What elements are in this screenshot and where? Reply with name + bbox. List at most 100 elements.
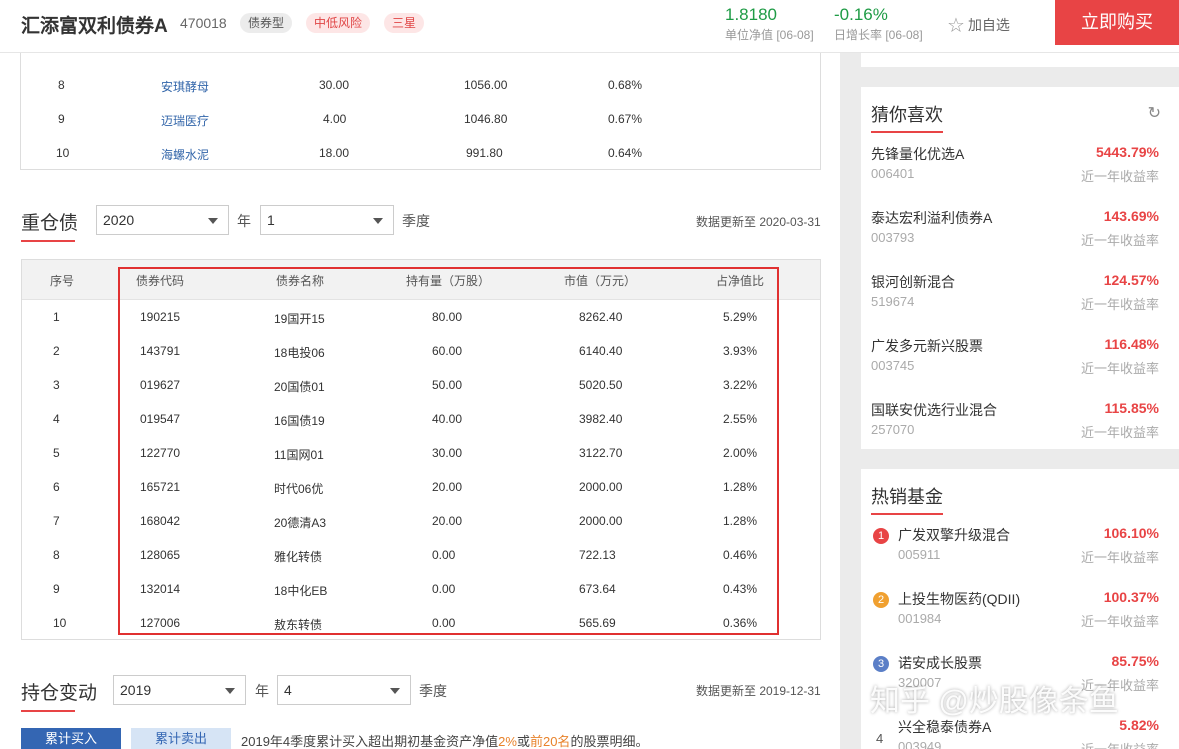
header-value: 市值（万元）	[564, 274, 637, 288]
row-number: 8	[53, 548, 60, 562]
pct-cell: 1.28%	[723, 480, 758, 494]
fund-list-item[interactable]: 广发多元新兴股票 003745 116.48% 近一年收益率	[861, 336, 1179, 400]
growth-label: 日增长率 [06-08]	[834, 28, 923, 42]
fund-list-item[interactable]: 国联安优选行业混合 257070 115.85% 近一年收益率	[861, 400, 1179, 464]
pct-cell: 0.46%	[723, 548, 758, 562]
value-cell: 2000.00	[579, 514, 623, 528]
fund-code: 470018	[180, 15, 227, 31]
return-rate: 116.48%	[1104, 336, 1160, 352]
pct-cell: 0.36%	[723, 616, 758, 630]
pct-cell: 5.29%	[723, 310, 758, 324]
fund-name-link[interactable]: 广发双擎升级混合	[898, 525, 1010, 545]
star-icon: ☆	[947, 15, 965, 37]
fund-name-link[interactable]: 上投生物医药(QDII)	[898, 589, 1020, 609]
fund-code: 003949	[898, 739, 942, 749]
table-row: 3 019627 20国债01 50.00 5020.50 3.22%	[22, 368, 820, 402]
bond-year-select[interactable]: 2020	[96, 205, 229, 235]
bond-code-cell: 143791	[140, 344, 181, 358]
fund-list-item[interactable]: 先锋量化优选A 006401 5443.79% 近一年收益率	[861, 144, 1179, 208]
shares-cell: 40.00	[432, 412, 463, 426]
bond-name-cell: 时代06优	[274, 482, 324, 496]
return-label: 近一年收益率	[1080, 614, 1159, 629]
bond-code-cell: 165721	[140, 480, 181, 494]
row-number: 9	[58, 112, 65, 126]
pct-cell: 0.64%	[608, 146, 643, 160]
fund-list-item[interactable]: 2 上投生物医药(QDII) 001984 100.37% 近一年收益率	[861, 589, 1179, 653]
header-no: 序号	[50, 274, 75, 288]
buy-now-button[interactable]: 立即购买	[1055, 0, 1179, 45]
table-row: 1 190215 19国开15 80.00 8262.40 5.29%	[22, 300, 820, 334]
stock-name-link[interactable]: 安琪酵母	[161, 78, 209, 95]
fund-type-tag: 债券型	[240, 13, 293, 33]
growth-value: -0.16%	[834, 5, 888, 24]
row-number: 9	[53, 582, 60, 596]
pct-cell: 3.93%	[723, 344, 758, 358]
fund-name-link[interactable]: 诺安成长股票	[898, 653, 982, 673]
fund-code: 003745	[871, 358, 915, 373]
fund-name-link[interactable]: 广发多元新兴股票	[871, 336, 983, 356]
table-row: 7 168042 20德清A3 20.00 2000.00 1.28%	[22, 504, 820, 538]
bond-quarter-select[interactable]: 1	[260, 205, 394, 235]
bond-code-cell: 132014	[140, 582, 181, 596]
return-rate: 100.37%	[1103, 589, 1159, 605]
pct-cell: 0.43%	[723, 582, 758, 596]
cumulative-buy-tab[interactable]: 累计买入	[21, 728, 121, 749]
return-rate: 143.69%	[1103, 208, 1159, 224]
bond-name-cell: 19国开15	[274, 312, 325, 326]
fund-name-link[interactable]: 银河创新混合	[871, 272, 955, 292]
shares-cell: 18.00	[319, 146, 350, 160]
return-rate: 85.75%	[1111, 653, 1159, 669]
fund-list-item[interactable]: 银河创新混合 519674 124.57% 近一年收益率	[861, 272, 1179, 336]
bond-code-cell: 127006	[140, 616, 181, 630]
pct-cell: 0.67%	[608, 112, 643, 126]
table-row: 9 132014 18中化EB 0.00 673.64 0.43%	[22, 572, 820, 606]
return-label: 近一年收益率	[1081, 739, 1159, 749]
fund-list-item[interactable]: 1 广发双擎升级混合 005911 106.10% 近一年收益率	[861, 525, 1179, 589]
change-quarter-select[interactable]: 4	[277, 675, 411, 705]
return-rate: 106.10%	[1103, 525, 1159, 541]
header-code: 债券代码	[136, 274, 185, 288]
return-rate: 115.85%	[1104, 400, 1160, 416]
bond-code-cell: 122770	[140, 446, 181, 460]
pct-cell: 2.00%	[723, 446, 758, 460]
fund-name-link[interactable]: 先锋量化优选A	[871, 144, 964, 164]
shares-cell: 4.00	[323, 112, 347, 126]
add-favorite-button[interactable]: ☆ 加自选	[947, 13, 1010, 38]
hot-title: 热销基金	[871, 483, 943, 515]
bond-name-cell: 20德清A3	[274, 516, 327, 530]
shares-cell: 80.00	[432, 310, 463, 324]
fund-name-link[interactable]: 兴全稳泰债券A	[898, 717, 991, 737]
fund-name-link[interactable]: 国联安优选行业混合	[871, 400, 997, 420]
table-row: 8 安琪酵母 30.00 1056.00 0.68%	[21, 68, 820, 102]
table-row: 9 迈瑞医疗 4.00 1046.80 0.67%	[21, 102, 820, 136]
bond-name-cell: 20国债01	[274, 380, 325, 394]
table-header: 序号 债券代码 债券名称 持有量（万股） 市值（万元） 占净值比	[22, 260, 820, 300]
header-pct: 占净值比	[716, 274, 765, 288]
fund-name-link[interactable]: 泰达宏利溢利债券A	[871, 208, 992, 228]
bond-holdings-table: 序号 债券代码 债券名称 持有量（万股） 市值（万元） 占净值比 1 190215…	[21, 259, 821, 640]
shares-cell: 0.00	[432, 582, 456, 596]
bond-section-title: 重仓债	[21, 208, 78, 242]
fund-list-item[interactable]: 4 兴全稳泰债券A 003949 5.82% 近一年收益率	[861, 717, 1179, 749]
return-label: 近一年收益率	[1080, 550, 1159, 565]
change-year-select[interactable]: 2019	[113, 675, 246, 705]
desc-highlight: 2%	[498, 734, 517, 749]
bond-code-cell: 168042	[140, 514, 181, 528]
table-row: 2 143791 18电投06 60.00 6140.40 3.93%	[22, 334, 820, 368]
table-row: 8 128065 雅化转债 0.00 722.13 0.46%	[22, 538, 820, 572]
value-cell: 2000.00	[579, 480, 623, 494]
fund-list-item[interactable]: 泰达宏利溢利债券A 003793 143.69% 近一年收益率	[861, 208, 1179, 272]
rank-badge: 2	[873, 592, 889, 608]
refresh-icon[interactable]: ↻	[1148, 103, 1161, 123]
cumulative-sell-tab[interactable]: 累计卖出	[131, 728, 231, 749]
stock-name-link[interactable]: 迈瑞医疗	[161, 112, 209, 129]
stock-name-link[interactable]: 海螺水泥	[161, 146, 209, 163]
shares-cell: 0.00	[432, 616, 456, 630]
bond-update-date: 数据更新至 2020-03-31	[696, 215, 821, 229]
return-label: 近一年收益率	[1080, 361, 1159, 376]
guess-title: 猜你喜欢	[871, 101, 943, 133]
row-number: 3	[53, 378, 60, 392]
bond-name-cell: 18中化EB	[274, 584, 328, 598]
value-cell: 673.64	[579, 582, 616, 596]
value-cell: 991.80	[466, 146, 503, 160]
